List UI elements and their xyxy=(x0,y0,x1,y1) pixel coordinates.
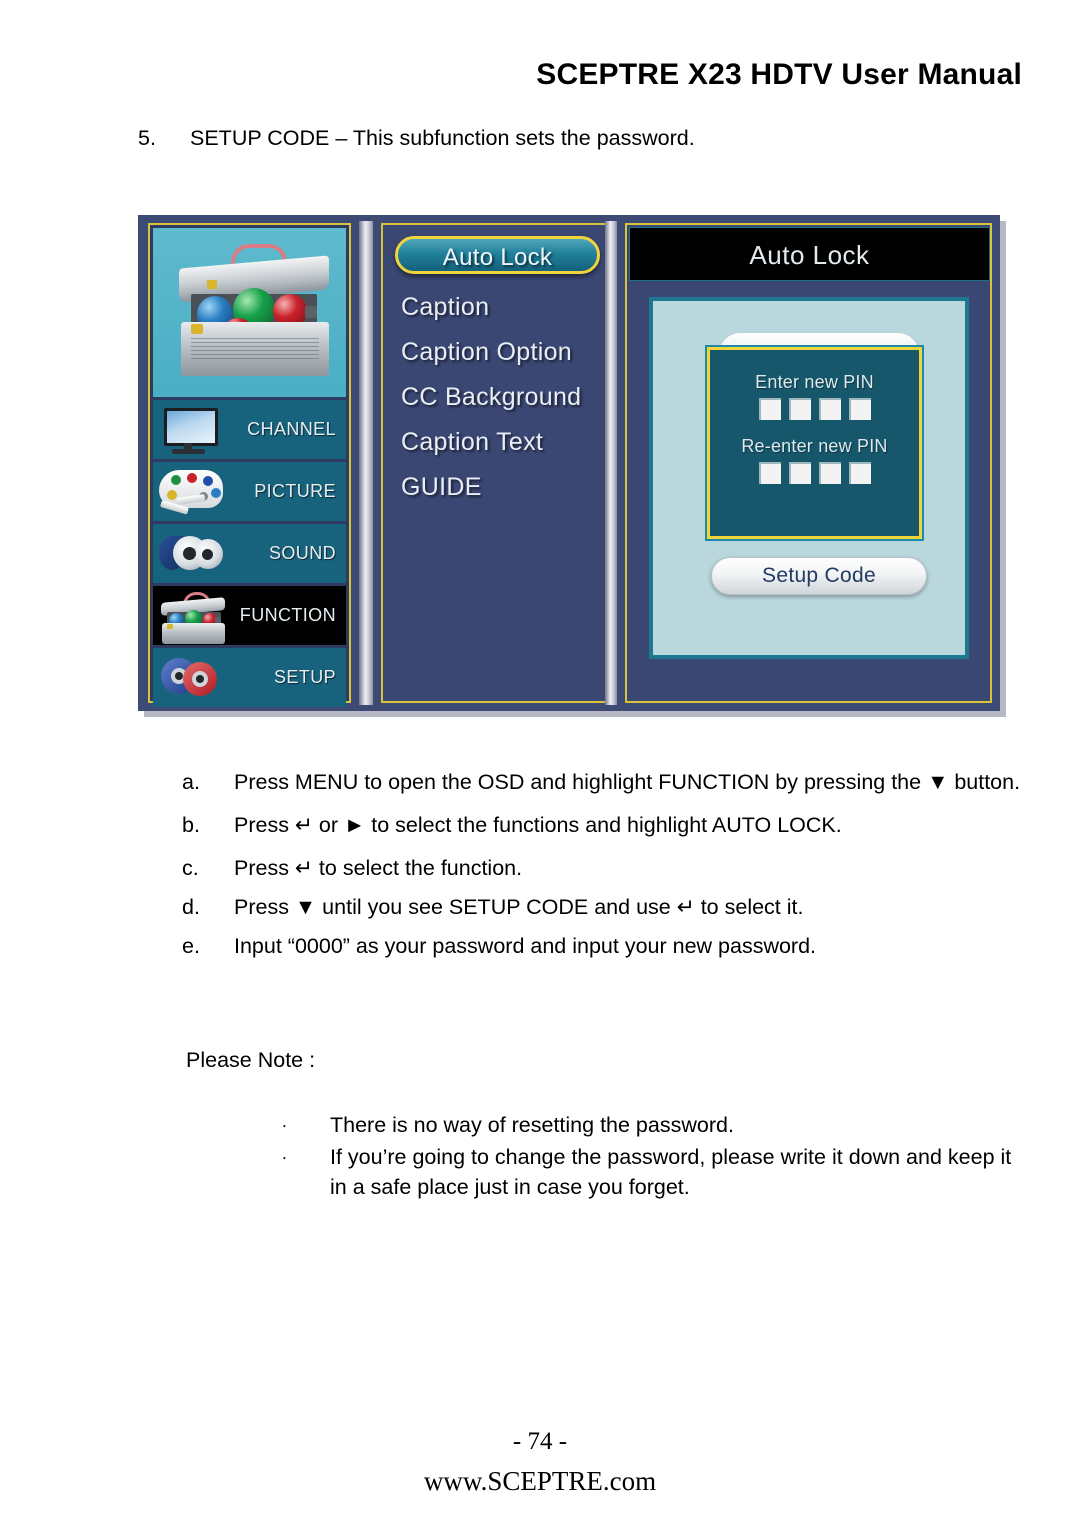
step-label: a. xyxy=(182,770,200,794)
osd-function-menu: Auto Lock Caption Caption Option CC Back… xyxy=(381,223,608,703)
enter-new-pin-label: Enter new PIN xyxy=(755,372,874,392)
reenter-new-pin-slots[interactable] xyxy=(710,462,919,484)
step-c: c. Press ↵ to select the function. xyxy=(182,854,1032,883)
reenter-new-pin-label: Re-enter new PIN xyxy=(741,436,888,456)
panel-divider-left xyxy=(359,221,373,705)
please-note-list: ∙ There is no way of resetting the passw… xyxy=(282,1110,1022,1204)
please-note-heading: Please Note : xyxy=(186,1048,316,1072)
sidebar-item-label: FUNCTION xyxy=(239,605,336,625)
step-label: d. xyxy=(182,895,200,919)
step-label: e. xyxy=(182,934,200,958)
osd-auto-lock-dialog: Auto Lock Enter new PIN Re-enter new PIN… xyxy=(625,223,992,703)
menu-item-cc-background[interactable]: CC Background xyxy=(401,383,598,411)
intro-number: 5. xyxy=(138,126,156,150)
intro-list-item: 5. SETUP CODE – This subfunction sets the… xyxy=(138,124,1018,152)
sidebar-item-label: PICTURE xyxy=(254,481,336,501)
sidebar-item-sound[interactable]: SOUND xyxy=(153,524,346,583)
step-text: Press ↵ or ► to select the functions and… xyxy=(234,813,842,837)
step-text: Press ↵ to select the function. xyxy=(234,856,523,880)
manual-title: SCEPTRE X23 HDTV User Manual xyxy=(536,58,1022,91)
pin-slot[interactable] xyxy=(818,462,841,484)
note-item-text: There is no way of resetting the passwor… xyxy=(330,1113,734,1137)
pin-entry-panel: Enter new PIN Re-enter new PIN xyxy=(707,347,922,539)
dialog-title: Auto Lock xyxy=(629,227,990,281)
enter-new-pin-slots[interactable] xyxy=(710,398,919,420)
sidebar-item-label: SOUND xyxy=(268,543,336,563)
intro-text: SETUP CODE – This subfunction sets the p… xyxy=(190,126,695,150)
sidebar-item-function[interactable]: FUNCTION xyxy=(153,586,346,645)
note-item: ∙ There is no way of resetting the passw… xyxy=(282,1110,1022,1140)
pin-slot[interactable] xyxy=(758,462,781,484)
bullet-glyph: ∙ xyxy=(282,1147,288,1167)
speaker-icon xyxy=(157,526,229,582)
step-text: Press ▼ until you see SETUP CODE and use… xyxy=(234,895,804,919)
osd-category-sidebar: CHANNEL PICTURE SOUND FUNCTION SETUP xyxy=(148,223,351,707)
pin-slot[interactable] xyxy=(818,398,841,420)
setup-code-button[interactable]: Setup Code xyxy=(711,557,927,595)
tv-icon xyxy=(157,402,229,458)
note-item: ∙ If you’re going to change the password… xyxy=(282,1142,1022,1202)
step-e: e. Input “0000” as your password and inp… xyxy=(182,932,1032,961)
palette-icon xyxy=(157,464,229,520)
pin-slot[interactable] xyxy=(848,462,871,484)
step-label: b. xyxy=(182,813,200,837)
bullet-glyph: ∙ xyxy=(282,1115,288,1135)
step-text: Press MENU to open the OSD and highlight… xyxy=(234,770,1021,794)
featured-toolbox-icon xyxy=(153,228,346,397)
note-item-text: If you’re going to change the password, … xyxy=(330,1145,1012,1199)
pin-slot[interactable] xyxy=(848,398,871,420)
sidebar-item-setup[interactable]: SETUP xyxy=(153,648,346,707)
page-number: - 74 - xyxy=(512,1428,568,1455)
menu-item-caption-text[interactable]: Caption Text xyxy=(401,428,598,456)
step-text: Input “0000” as your password and input … xyxy=(234,934,817,958)
sidebar-item-channel[interactable]: CHANNEL xyxy=(153,400,346,459)
menu-item-caption[interactable]: Caption xyxy=(401,293,598,321)
pin-slot[interactable] xyxy=(758,398,781,420)
step-d: d. Press ▼ until you see SETUP CODE and … xyxy=(182,893,1032,922)
sidebar-item-label: CHANNEL xyxy=(247,419,336,439)
pin-slot[interactable] xyxy=(788,462,811,484)
step-label: c. xyxy=(182,856,199,880)
menu-item-guide[interactable]: GUIDE xyxy=(401,473,598,501)
footer-website: www.SCEPTRE.com xyxy=(423,1466,657,1496)
page-header: SCEPTRE X23 HDTV User Manual xyxy=(0,58,1080,92)
step-a: a. Press MENU to open the OSD and highli… xyxy=(182,768,1032,797)
figure-shadow-bottom xyxy=(144,711,1006,717)
pin-slot[interactable] xyxy=(788,398,811,420)
sidebar-item-picture[interactable]: PICTURE xyxy=(153,462,346,521)
panel-divider-right xyxy=(605,221,617,705)
sidebar-item-label: SETUP xyxy=(273,667,336,687)
figure-shadow-right xyxy=(1000,221,1006,717)
step-b: b. Press ↵ or ► to select the functions … xyxy=(182,811,1032,840)
menu-item-auto-lock[interactable]: Auto Lock xyxy=(395,236,600,274)
menu-item-caption-option[interactable]: Caption Option xyxy=(401,338,598,366)
toolbox-icon xyxy=(157,588,229,644)
step-list: a. Press MENU to open the OSD and highli… xyxy=(182,768,1032,971)
gears-icon xyxy=(157,650,229,706)
osd-screenshot-figure: CHANNEL PICTURE SOUND FUNCTION SETUP Aut… xyxy=(138,215,1006,717)
